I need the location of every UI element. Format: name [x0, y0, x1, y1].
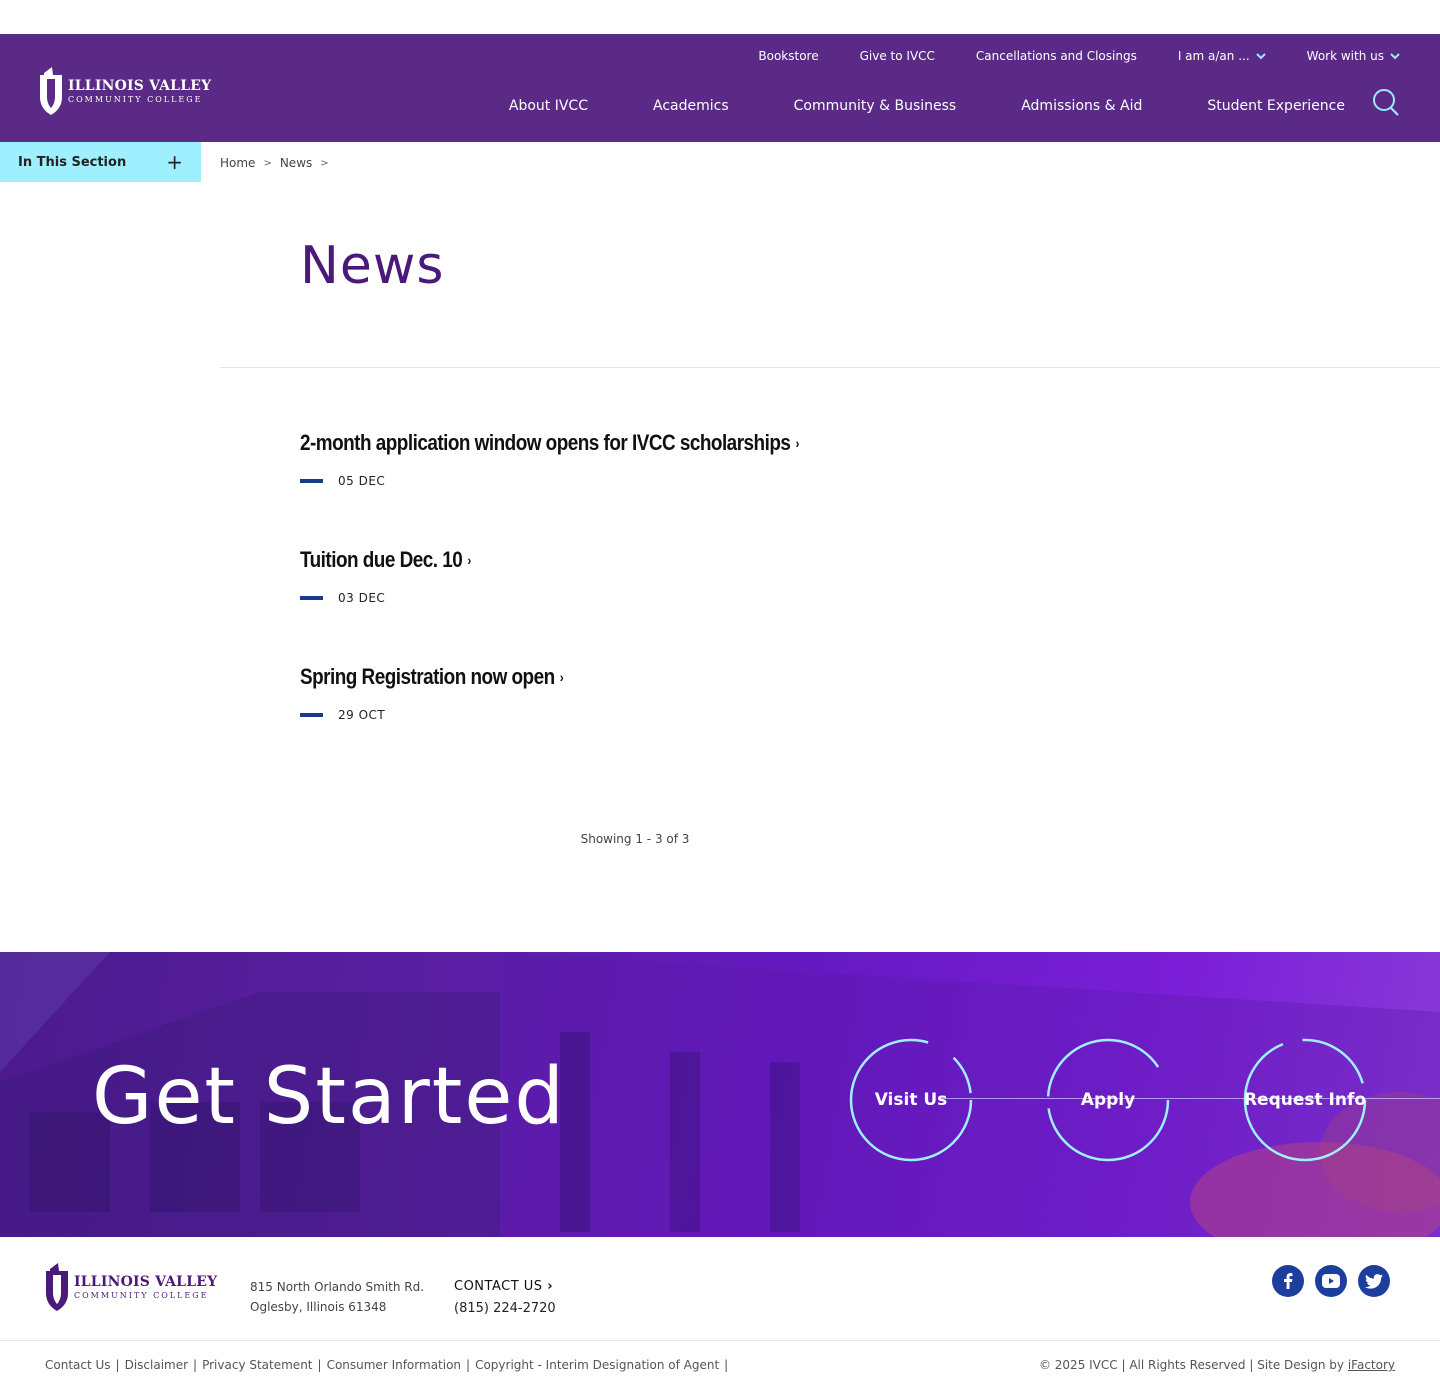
search-button[interactable] — [1372, 88, 1400, 118]
site-header: ILLINOIS VALLEY COMMUNITY COLLEGE Bookst… — [0, 34, 1440, 142]
get-started-title: Get Started — [92, 1052, 566, 1142]
separator: | — [115, 1358, 120, 1372]
shield-logo-icon — [46, 1263, 68, 1311]
youtube-icon[interactable] — [1315, 1265, 1347, 1297]
news-date: 05 DEC — [300, 474, 385, 488]
chevron-right-icon: › — [547, 1279, 554, 1294]
separator: | — [724, 1358, 729, 1372]
contact-us-link[interactable]: CONTACT US › — [454, 1279, 553, 1294]
address-line-2: Oglesby, Illinois 61348 — [250, 1300, 387, 1314]
news-title-link[interactable]: Spring Registration now open › — [300, 664, 564, 690]
date-dash — [300, 596, 323, 600]
legal-copyright-agent[interactable]: Copyright - Interim Designation of Agent — [475, 1358, 719, 1372]
nav-about[interactable]: About IVCC — [509, 98, 588, 114]
util-work-with-us-dropdown[interactable]: Work with us — [1307, 49, 1400, 63]
news-item: Spring Registration now open › 29 OCT — [300, 664, 606, 722]
util-i-am-dropdown[interactable]: I am a/an ... — [1178, 49, 1266, 63]
copyright: © 2025 IVCC | All Rights Reserved | Site… — [1039, 1358, 1395, 1372]
footer-logo[interactable]: ILLINOIS VALLEY COMMUNITY COLLEGE — [44, 1263, 217, 1311]
news-title-text: Spring Registration now open — [300, 664, 555, 689]
contact-us-label: CONTACT US — [454, 1279, 543, 1294]
breadcrumb-separator: > — [320, 157, 329, 169]
copyright-text: © 2025 IVCC | All Rights Reserved | Site… — [1038, 1358, 1348, 1372]
util-cancellations[interactable]: Cancellations and Closings — [976, 49, 1137, 63]
footer-logo-line-1: ILLINOIS VALLEY — [74, 1273, 218, 1290]
get-started-banner: Get Started Visit Us Apply Request Info — [0, 952, 1440, 1237]
ifactory-link[interactable]: iFactory — [1348, 1358, 1395, 1372]
visit-us-label: Visit Us — [874, 1090, 948, 1110]
phone-number: (815) 224-2720 — [454, 1301, 556, 1316]
main-nav: About IVCC Academics Community & Busines… — [444, 98, 1345, 114]
chevron-right-icon: › — [559, 669, 564, 685]
request-info-button[interactable]: Request Info — [1243, 1038, 1367, 1162]
chevron-down-icon — [1390, 52, 1400, 59]
legal-privacy[interactable]: Privacy Statement — [202, 1358, 312, 1372]
news-date-text: 05 DEC — [338, 474, 386, 488]
news-title-link[interactable]: 2-month application window opens for IVC… — [300, 430, 800, 456]
social-links — [1272, 1265, 1390, 1297]
legal-contact-us[interactable]: Contact Us — [45, 1358, 111, 1372]
news-title-link[interactable]: Tuition due Dec. 10 › — [300, 547, 471, 573]
section-toggle-label: In This Section — [18, 154, 127, 170]
util-give[interactable]: Give to IVCC — [860, 49, 935, 63]
footer-logo-line-2: COMMUNITY COLLEGE — [74, 1290, 209, 1300]
visit-us-button[interactable]: Visit Us — [849, 1038, 973, 1162]
breadcrumb-news[interactable]: News — [280, 156, 312, 170]
in-this-section-toggle[interactable]: In This Section + — [0, 142, 201, 182]
breadcrumb-separator: > — [263, 157, 272, 169]
twitter-icon[interactable] — [1358, 1265, 1390, 1297]
site-logo[interactable]: ILLINOIS VALLEY COMMUNITY COLLEGE — [38, 67, 211, 115]
request-info-label: Request Info — [1243, 1090, 1367, 1110]
date-dash — [300, 479, 323, 483]
logo-line-2: COMMUNITY COLLEGE — [68, 94, 203, 104]
legal-consumer-info[interactable]: Consumer Information — [327, 1358, 461, 1372]
nav-student-experience[interactable]: Student Experience — [1207, 98, 1345, 114]
utility-nav: Bookstore Give to IVCC Cancellations and… — [717, 49, 1400, 63]
date-dash — [300, 713, 323, 717]
footer-contact: CONTACT US › (815) 224-2720 — [454, 1276, 556, 1320]
news-title-text: 2-month application window opens for IVC… — [300, 430, 791, 455]
util-bookstore[interactable]: Bookstore — [758, 49, 818, 63]
search-icon — [1373, 89, 1399, 116]
chevron-down-icon — [1255, 52, 1266, 59]
footer-address: 815 North Orlando Smith Rd. Oglesby, Ill… — [250, 1277, 424, 1317]
news-item: 2-month application window opens for IVC… — [300, 430, 880, 488]
separator: | — [317, 1358, 322, 1372]
breadcrumb-home[interactable]: Home — [220, 156, 255, 170]
title-divider — [220, 367, 1440, 368]
legal-disclaimer[interactable]: Disclaimer — [125, 1358, 188, 1372]
util-work-label: Work with us — [1306, 49, 1384, 63]
separator: | — [466, 1358, 471, 1372]
chevron-right-icon: › — [795, 435, 800, 451]
news-date: 03 DEC — [300, 591, 385, 605]
youtube-glyph — [1322, 1274, 1340, 1288]
apply-button[interactable]: Apply — [1046, 1038, 1170, 1162]
page-title: News — [300, 236, 445, 296]
facebook-glyph — [1284, 1273, 1293, 1289]
legal-links: Contact Us | Disclaimer | Privacy Statemen… — [45, 1358, 733, 1372]
facebook-icon[interactable] — [1272, 1265, 1304, 1297]
logo-line-1: ILLINOIS VALLEY — [68, 77, 212, 94]
news-date: 29 OCT — [300, 708, 385, 722]
util-i-am-label: I am a/an ... — [1177, 49, 1250, 63]
breadcrumb: Home > News > — [220, 156, 329, 170]
nav-admissions-aid[interactable]: Admissions & Aid — [1021, 98, 1142, 114]
plus-icon: + — [166, 150, 183, 174]
separator: | — [193, 1358, 198, 1372]
news-date-text: 03 DEC — [338, 591, 386, 605]
nav-community-business[interactable]: Community & Business — [794, 98, 957, 114]
apply-label: Apply — [1080, 1090, 1136, 1110]
nav-academics[interactable]: Academics — [653, 98, 729, 114]
shield-logo-icon — [40, 67, 62, 115]
footer-divider — [0, 1340, 1440, 1341]
news-date-text: 29 OCT — [338, 708, 386, 722]
pagination-status: Showing 1 - 3 of 3 — [580, 832, 690, 846]
twitter-glyph — [1365, 1273, 1383, 1289]
news-title-text: Tuition due Dec. 10 — [300, 547, 463, 572]
chevron-right-icon: › — [467, 552, 471, 568]
address-line-1: 815 North Orlando Smith Rd. — [250, 1280, 425, 1294]
news-item: Tuition due Dec. 10 › 03 DEC — [300, 547, 499, 605]
